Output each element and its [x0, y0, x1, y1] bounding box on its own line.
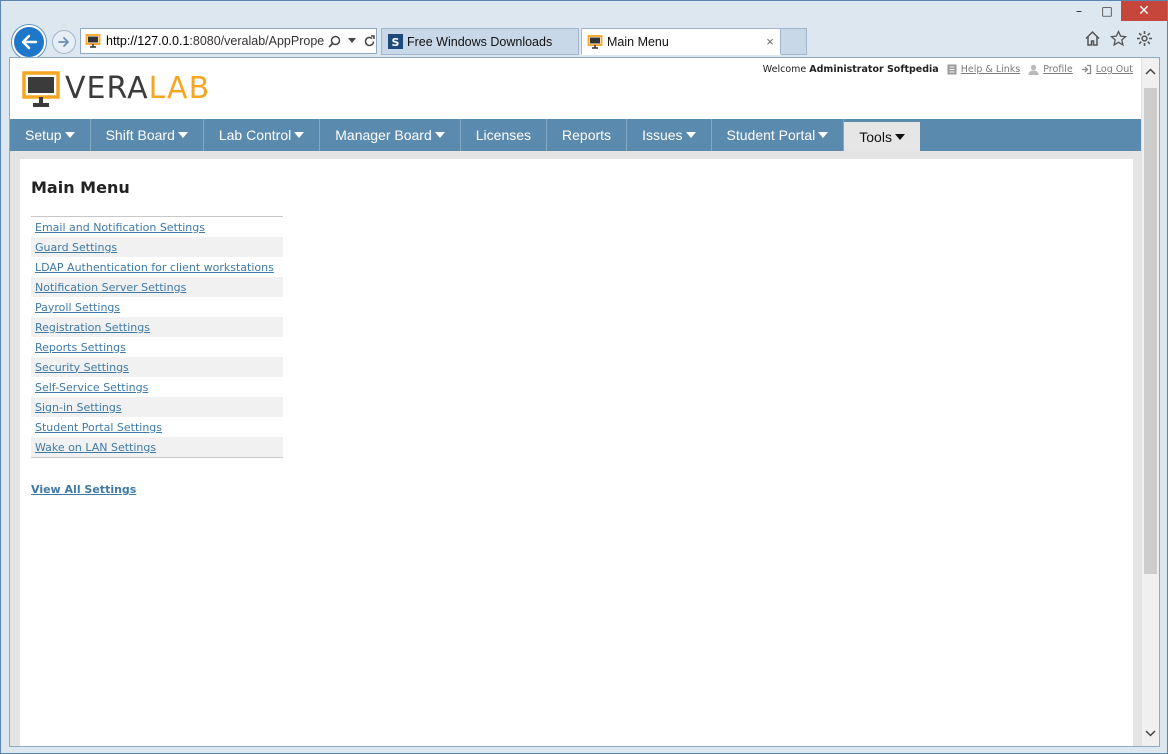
- settings-link-wake-on-lan[interactable]: Wake on LAN Settings: [35, 441, 156, 454]
- settings-list: Email and Notification Settings Guard Se…: [31, 216, 283, 458]
- caret-down-icon: [294, 132, 305, 138]
- menu-item-student-portal[interactable]: Student Portal: [712, 119, 845, 151]
- help-document-icon: [947, 64, 957, 75]
- browser-window: – □ ✕ http://127.0.0.1:8080/veralab/AppP…: [0, 0, 1168, 754]
- scroll-up-icon[interactable]: [1142, 62, 1159, 80]
- refresh-icon[interactable]: [363, 34, 376, 48]
- new-tab-button[interactable]: [781, 28, 807, 55]
- back-arrow-icon: [21, 34, 38, 50]
- list-item: Email and Notification Settings: [31, 217, 283, 237]
- caret-down-icon: [434, 132, 445, 138]
- welcome-text: Welcome Administrator Softpedia: [762, 64, 939, 75]
- settings-link-email-notification[interactable]: Email and Notification Settings: [35, 221, 205, 234]
- maximize-button[interactable]: □: [1093, 1, 1121, 21]
- list-item: Registration Settings: [31, 317, 283, 337]
- list-item: Sign-in Settings: [31, 397, 283, 417]
- settings-link-ldap[interactable]: LDAP Authentication for client workstati…: [35, 261, 274, 274]
- address-bar[interactable]: http://127.0.0.1:8080/veralab/AppPropert: [80, 28, 377, 54]
- tab-free-windows-downloads[interactable]: S Free Windows Downloads: [381, 28, 579, 55]
- settings-link-sign-in[interactable]: Sign-in Settings: [35, 401, 122, 414]
- menu-item-manager-board[interactable]: Manager Board: [320, 119, 461, 151]
- menu-item-setup[interactable]: Setup: [10, 119, 91, 151]
- settings-link-payroll[interactable]: Payroll Settings: [35, 301, 120, 314]
- view-all-settings-link[interactable]: View All Settings: [31, 483, 136, 496]
- help-links-link[interactable]: Help & Links: [947, 64, 1020, 75]
- site-favicon-icon: [84, 32, 102, 50]
- vertical-scrollbar[interactable]: [1141, 58, 1159, 746]
- menu-item-licenses[interactable]: Licenses: [461, 119, 548, 151]
- browser-tools: [1084, 30, 1153, 47]
- main-content: Main Menu Email and Notification Setting…: [20, 159, 1133, 746]
- settings-link-student-portal[interactable]: Student Portal Settings: [35, 421, 162, 434]
- menu-item-reports[interactable]: Reports: [547, 119, 628, 151]
- content-frame: Main Menu Email and Notification Setting…: [10, 151, 1143, 746]
- settings-link-self-service[interactable]: Self-Service Settings: [35, 381, 148, 394]
- home-icon[interactable]: [1084, 30, 1101, 47]
- favorites-star-icon[interactable]: [1110, 30, 1127, 47]
- list-item: Wake on LAN Settings: [31, 437, 283, 457]
- list-item: Payroll Settings: [31, 297, 283, 317]
- veralab-page: VERALAB Welcome Administrator Softpedia …: [10, 58, 1143, 746]
- list-item: LDAP Authentication for client workstati…: [31, 257, 283, 277]
- url-text[interactable]: http://127.0.0.1:8080/veralab/AppPropert: [106, 34, 324, 48]
- gear-icon[interactable]: [1136, 30, 1153, 47]
- settings-link-notification-server[interactable]: Notification Server Settings: [35, 281, 186, 294]
- main-navigation-menu: Setup Shift Board Lab Control Manager Bo…: [10, 119, 1143, 151]
- user-profile-icon: [1028, 64, 1039, 75]
- monitor-logo-icon: [22, 71, 60, 107]
- site-header: VERALAB Welcome Administrator Softpedia …: [10, 58, 1143, 119]
- list-item: Self-Service Settings: [31, 377, 283, 397]
- list-item: Notification Server Settings: [31, 277, 283, 297]
- logout-icon: [1081, 64, 1091, 75]
- caret-down-icon: [818, 132, 829, 138]
- caret-down-icon: [685, 132, 696, 138]
- menu-item-shift-board[interactable]: Shift Board: [91, 119, 204, 151]
- logout-link[interactable]: Log Out: [1081, 64, 1133, 75]
- forward-arrow-icon: [58, 37, 69, 47]
- window-controls: – □ ✕: [1065, 1, 1167, 23]
- caret-down-icon: [64, 132, 75, 138]
- dropdown-arrow-icon[interactable]: [348, 38, 356, 44]
- user-links: Welcome Administrator Softpedia Help & L…: [763, 64, 1133, 75]
- list-item: Guard Settings: [31, 237, 283, 257]
- tab-main-menu[interactable]: Main Menu ×: [581, 28, 781, 55]
- caret-down-icon: [894, 133, 905, 140]
- page-viewport: VERALAB Welcome Administrator Softpedia …: [9, 57, 1160, 747]
- scrollbar-thumb[interactable]: [1144, 88, 1157, 574]
- menu-item-tools[interactable]: Tools: [844, 122, 920, 151]
- settings-link-guard[interactable]: Guard Settings: [35, 241, 117, 254]
- back-button[interactable]: [12, 25, 46, 59]
- settings-link-security[interactable]: Security Settings: [35, 361, 129, 374]
- page-title: Main Menu: [31, 178, 130, 197]
- veralab-monitor-icon: [587, 34, 603, 50]
- minimize-button[interactable]: –: [1065, 1, 1093, 21]
- forward-button[interactable]: [52, 30, 76, 54]
- menu-item-lab-control[interactable]: Lab Control: [204, 119, 321, 151]
- user-name: Administrator Softpedia: [809, 64, 939, 75]
- menu-item-issues[interactable]: Issues: [627, 119, 712, 151]
- navigation-bar: http://127.0.0.1:8080/veralab/AppPropert…: [1, 21, 1167, 59]
- list-item: Reports Settings: [31, 337, 283, 357]
- close-window-button[interactable]: ✕: [1121, 1, 1167, 21]
- softpedia-s-icon: S: [387, 34, 403, 50]
- list-item: Security Settings: [31, 357, 283, 377]
- settings-link-registration[interactable]: Registration Settings: [35, 321, 150, 334]
- caret-down-icon: [177, 132, 188, 138]
- profile-link[interactable]: Profile: [1028, 64, 1073, 75]
- settings-link-reports[interactable]: Reports Settings: [35, 341, 126, 354]
- svg-text:S: S: [391, 36, 399, 49]
- tab-label: Free Windows Downloads: [407, 34, 553, 49]
- close-tab-icon[interactable]: ×: [760, 34, 780, 49]
- tab-label: Main Menu: [607, 34, 669, 49]
- logo-wordmark: VERALAB: [65, 71, 211, 106]
- search-icon[interactable]: [328, 35, 341, 48]
- veralab-logo[interactable]: VERALAB: [21, 70, 210, 108]
- list-item: Student Portal Settings: [31, 417, 283, 437]
- scroll-down-icon[interactable]: [1142, 724, 1159, 742]
